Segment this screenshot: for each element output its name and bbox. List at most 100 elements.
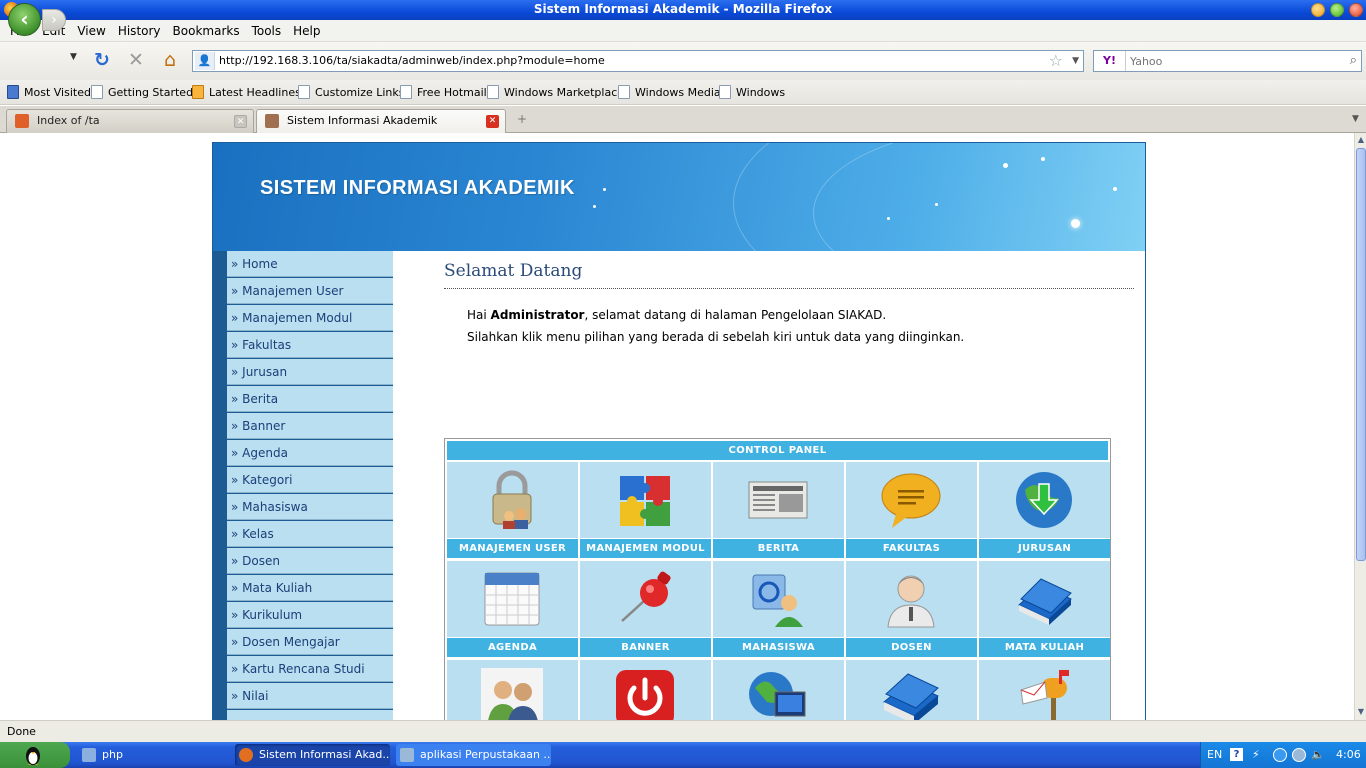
start-button[interactable] — [0, 742, 70, 768]
site-identity-icon[interactable]: 👤 — [195, 52, 215, 70]
cp-row3-books[interactable] — [846, 660, 977, 720]
bookmark-windows-media[interactable]: Windows Media — [618, 85, 721, 99]
sidebar-item-fakultas[interactable]: » Fakultas — [227, 332, 393, 358]
user-favicon — [265, 114, 279, 128]
cp-label-dosen[interactable]: DOSEN — [846, 638, 977, 657]
sidebar-item-kartu-rencana-studi[interactable]: » Kartu Rencana Studi — [227, 656, 393, 682]
sidebar-item-agenda[interactable]: » Agenda — [227, 440, 393, 466]
tab-index-of-ta[interactable]: Index of /ta ✕ — [6, 109, 254, 133]
cp-agenda[interactable] — [447, 561, 578, 637]
admin-sidebar: » Home » Manajemen User » Manajemen Modu… — [213, 251, 393, 720]
sidebar-item-kelas[interactable]: » Kelas — [227, 521, 393, 547]
sidebar-item-dosen-mengajar[interactable]: » Dosen Mengajar — [227, 629, 393, 655]
cp-row3-globe-monitor[interactable] — [713, 660, 844, 720]
forward-arrow-icon: › — [51, 12, 57, 28]
scroll-down-arrow-icon[interactable]: ▼ — [1356, 706, 1366, 718]
bookmark-free-hotmail[interactable]: Free Hotmail — [400, 85, 487, 99]
taskbar-item-firefox[interactable]: Sistem Informasi Akad... — [235, 744, 390, 766]
cp-label-mata-kuliah[interactable]: MATA KULIAH — [979, 638, 1110, 657]
cp-manajemen-modul[interactable] — [580, 462, 711, 538]
tab-list-icon[interactable]: ▼ — [1352, 114, 1359, 124]
menu-history[interactable]: History — [112, 20, 167, 42]
network-icon[interactable]: ⚡ — [1252, 742, 1260, 768]
cp-label-agenda[interactable]: AGENDA — [447, 638, 578, 657]
forward-button[interactable]: › — [42, 9, 66, 31]
cp-dosen[interactable] — [846, 561, 977, 637]
bookmark-latest-headlines[interactable]: Latest Headlines — [192, 85, 301, 99]
cp-row3-power[interactable] — [580, 660, 711, 720]
sidebar-item-mata-kuliah[interactable]: » Mata Kuliah — [227, 575, 393, 601]
cp-label-berita[interactable]: BERITA — [713, 539, 844, 558]
minimize-button[interactable] — [1311, 3, 1325, 17]
taskbar-item-php[interactable]: php — [78, 744, 228, 766]
tab-sistem-informasi-akademik[interactable]: Sistem Informasi Akademik ✕ — [256, 109, 506, 134]
sidebar-item-banner[interactable]: » Banner — [227, 413, 393, 439]
address-bar[interactable]: 👤 http://192.168.3.106/ta/siakadta/admin… — [192, 50, 1084, 72]
banner-star — [935, 203, 938, 206]
menu-help[interactable]: Help — [287, 20, 326, 42]
menu-tools[interactable]: Tools — [246, 20, 288, 42]
browser-tray-icon[interactable] — [1273, 748, 1287, 762]
sidebar-item-manajemen-modul[interactable]: » Manajemen Modul — [227, 305, 393, 331]
new-tab-button[interactable]: + — [512, 112, 532, 130]
cp-jurusan[interactable] — [979, 462, 1110, 538]
taskbar-item-perpustakaan[interactable]: aplikasi Perpustakaan ... — [396, 744, 551, 766]
bookmark-windows-marketplace[interactable]: Windows Marketplace — [487, 85, 624, 99]
cp-label-jurusan[interactable]: JURUSAN — [979, 539, 1110, 558]
cp-manajemen-user[interactable] — [447, 462, 578, 538]
cp-mata-kuliah[interactable] — [979, 561, 1110, 637]
sidebar-item-dosen[interactable]: » Dosen — [227, 548, 393, 574]
cp-banner[interactable] — [580, 561, 711, 637]
volume-icon[interactable]: 🔈 — [1311, 742, 1325, 768]
reload-icon[interactable]: ↻ — [91, 50, 113, 70]
help-icon[interactable]: ? — [1230, 748, 1243, 761]
sidebar-item-kurikulum[interactable]: » Kurikulum — [227, 602, 393, 628]
cp-label-fakultas[interactable]: FAKULTAS — [846, 539, 977, 558]
search-icon[interactable]: ⌕ — [1350, 51, 1357, 71]
bookmark-star-icon[interactable]: ☆ — [1049, 51, 1063, 71]
url-text[interactable]: http://192.168.3.106/ta/siakadta/adminwe… — [219, 51, 605, 71]
cp-label-manajemen-user[interactable]: MANAJEMEN USER — [447, 539, 578, 558]
back-button[interactable]: ‹ — [8, 3, 41, 36]
search-bar[interactable]: Y! ⌕ — [1093, 50, 1362, 72]
vertical-scrollbar[interactable]: ▲ ▼ — [1354, 133, 1366, 720]
close-button[interactable] — [1349, 3, 1363, 17]
teacher-icon — [887, 575, 935, 628]
sidebar-item-berita[interactable]: » Berita — [227, 386, 393, 412]
language-indicator[interactable]: EN — [1207, 742, 1222, 768]
scroll-up-arrow-icon[interactable]: ▲ — [1356, 134, 1366, 146]
banner-star — [1003, 163, 1008, 168]
cp-row3-people[interactable] — [447, 660, 578, 720]
url-dropdown-icon[interactable]: ▼ — [1072, 51, 1079, 71]
close-tab-icon[interactable]: ✕ — [234, 115, 247, 128]
home-icon[interactable]: ⌂ — [159, 50, 181, 70]
cp-fakultas[interactable] — [846, 462, 977, 538]
sidebar-item-kategori[interactable]: » Kategori — [227, 467, 393, 493]
scrollbar-thumb[interactable] — [1356, 148, 1366, 561]
globe-tray-icon[interactable] — [1292, 748, 1306, 762]
bookmark-customize-links[interactable]: Customize Links — [298, 85, 405, 99]
cp-row3-mailbox[interactable] — [979, 660, 1110, 720]
sidebar-item-nilai[interactable]: » Nilai — [227, 683, 393, 709]
cp-label-manajemen-modul[interactable]: MANAJEMEN MODUL — [580, 539, 711, 558]
close-tab-icon[interactable]: ✕ — [486, 115, 499, 128]
cp-label-mahasiswa[interactable]: MAHASISWA — [713, 638, 844, 657]
bookmark-windows[interactable]: Windows — [719, 85, 785, 99]
search-input[interactable] — [1130, 52, 1330, 70]
sidebar-item-jurusan[interactable]: » Jurusan — [227, 359, 393, 385]
cp-berita[interactable] — [713, 462, 844, 538]
sidebar-item-partial[interactable] — [227, 710, 393, 720]
bookmark-getting-started[interactable]: Getting Started — [91, 85, 193, 99]
cp-mahasiswa[interactable] — [713, 561, 844, 637]
stop-icon[interactable]: ✕ — [125, 50, 147, 70]
sidebar-item-manajemen-user[interactable]: » Manajemen User — [227, 278, 393, 304]
bookmark-most-visited[interactable]: Most Visited — [7, 85, 91, 99]
sidebar-item-home[interactable]: » Home — [227, 251, 393, 277]
cp-label-banner[interactable]: BANNER — [580, 638, 711, 657]
sidebar-item-mahasiswa[interactable]: » Mahasiswa — [227, 494, 393, 520]
maximize-button[interactable] — [1330, 3, 1344, 17]
menu-bookmarks[interactable]: Bookmarks — [167, 20, 246, 42]
history-dropdown-icon[interactable]: ▼ — [70, 52, 77, 62]
menu-view[interactable]: View — [71, 20, 111, 42]
yahoo-engine-icon[interactable]: Y! — [1094, 51, 1126, 71]
